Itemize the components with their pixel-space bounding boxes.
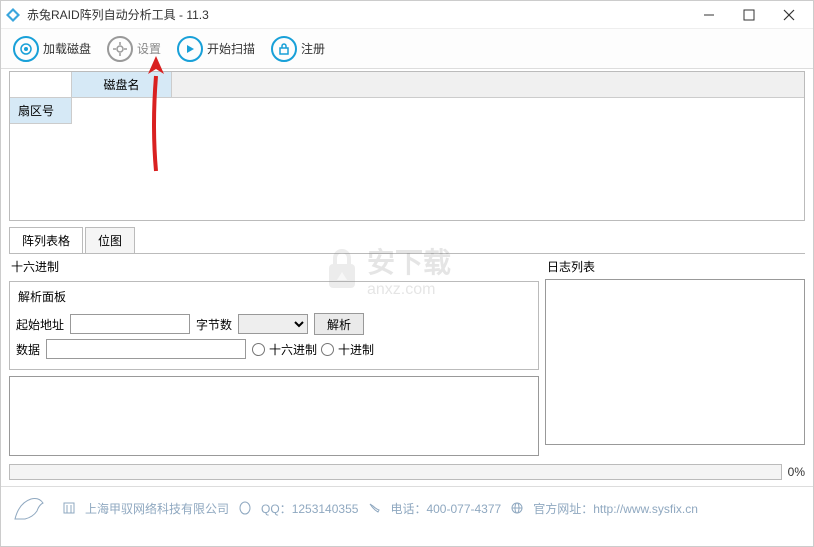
- row-sector[interactable]: 扇区号: [10, 98, 72, 124]
- bytes-select[interactable]: [238, 314, 308, 334]
- tabs: 阵列表格 位图: [9, 227, 805, 254]
- register-button[interactable]: 注册: [265, 34, 331, 64]
- qq-icon: [237, 500, 253, 516]
- log-list[interactable]: [545, 279, 805, 445]
- company-name: 上海甲驭网络科技有限公司: [85, 500, 229, 517]
- qq-link[interactable]: 1253140355: [292, 502, 359, 516]
- building-icon: [61, 500, 77, 516]
- tab-array-grid[interactable]: 阵列表格: [9, 227, 83, 253]
- lower-panels: 十六进制 解析面板 起始地址 字节数 解析 数据 十六进制: [9, 258, 805, 456]
- hex-title: 十六进制: [9, 258, 61, 275]
- log-title: 日志列表: [545, 258, 597, 275]
- footer: 上海甲驭网络科技有限公司 QQ：1253140355 电话：400-077-43…: [1, 486, 813, 529]
- phone-link[interactable]: 400-077-4377: [426, 502, 501, 516]
- phone-icon: [366, 500, 382, 516]
- progress-area: 0%: [9, 464, 805, 480]
- start-addr-label: 起始地址: [16, 316, 64, 333]
- progress-percent: 0%: [788, 465, 805, 479]
- settings-button[interactable]: 设置: [101, 34, 167, 64]
- load-disk-button[interactable]: 加载磁盘: [7, 34, 97, 64]
- minimize-button[interactable]: [689, 2, 729, 28]
- register-label: 注册: [301, 40, 325, 57]
- data-label: 数据: [16, 341, 40, 358]
- lock-icon: [271, 36, 297, 62]
- tab-bitmap[interactable]: 位图: [85, 227, 135, 253]
- site-label: 官方网址：: [533, 502, 593, 516]
- settings-label: 设置: [137, 40, 161, 57]
- titlebar: 赤兔RAID阵列自动分析工具 - 11.3: [1, 1, 813, 29]
- start-scan-label: 开始扫描: [207, 40, 255, 57]
- table-header-row: 磁盘名: [10, 72, 804, 98]
- log-panel: 日志列表: [545, 258, 805, 456]
- column-diskname[interactable]: 磁盘名: [72, 72, 172, 97]
- toolbar: 加载磁盘 设置 开始扫描 注册: [1, 29, 813, 69]
- parse-button[interactable]: 解析: [314, 313, 364, 335]
- disk-table[interactable]: 磁盘名 扇区号: [9, 71, 805, 221]
- bytes-label: 字节数: [196, 316, 232, 333]
- start-scan-button[interactable]: 开始扫描: [171, 34, 261, 64]
- radio-hex[interactable]: [252, 343, 265, 356]
- load-disk-label: 加载磁盘: [43, 40, 91, 57]
- radio-dec[interactable]: [321, 343, 334, 356]
- table-corner: [10, 72, 72, 97]
- progress-bar: [9, 464, 782, 480]
- site-link[interactable]: http://www.sysfix.cn: [593, 502, 698, 516]
- start-addr-input[interactable]: [70, 314, 190, 334]
- globe-icon: [509, 500, 525, 516]
- phone-label: 电话：: [390, 502, 426, 516]
- parse-title: 解析面板: [16, 288, 68, 305]
- gear-icon: [107, 36, 133, 62]
- data-input[interactable]: [46, 339, 246, 359]
- parse-panel: 解析面板 起始地址 字节数 解析 数据 十六进制 十进制: [9, 281, 539, 370]
- content-area: 磁盘名 扇区号 阵列表格 位图 十六进制 解析面板 起始地址 字节数 解析: [1, 69, 813, 458]
- qq-label: QQ：: [261, 502, 292, 516]
- target-icon: [13, 36, 39, 62]
- play-icon: [177, 36, 203, 62]
- maximize-button[interactable]: [729, 2, 769, 28]
- horse-logo: [9, 491, 53, 525]
- window-controls: [689, 2, 809, 28]
- hex-panel: 十六进制 解析面板 起始地址 字节数 解析 数据 十六进制: [9, 258, 539, 456]
- radio-dec-label: 十进制: [338, 341, 374, 358]
- window-title: 赤兔RAID阵列自动分析工具 - 11.3: [27, 6, 689, 23]
- hex-output[interactable]: [9, 376, 539, 456]
- radio-hex-label: 十六进制: [269, 341, 317, 358]
- app-icon: [5, 7, 21, 23]
- close-button[interactable]: [769, 2, 809, 28]
